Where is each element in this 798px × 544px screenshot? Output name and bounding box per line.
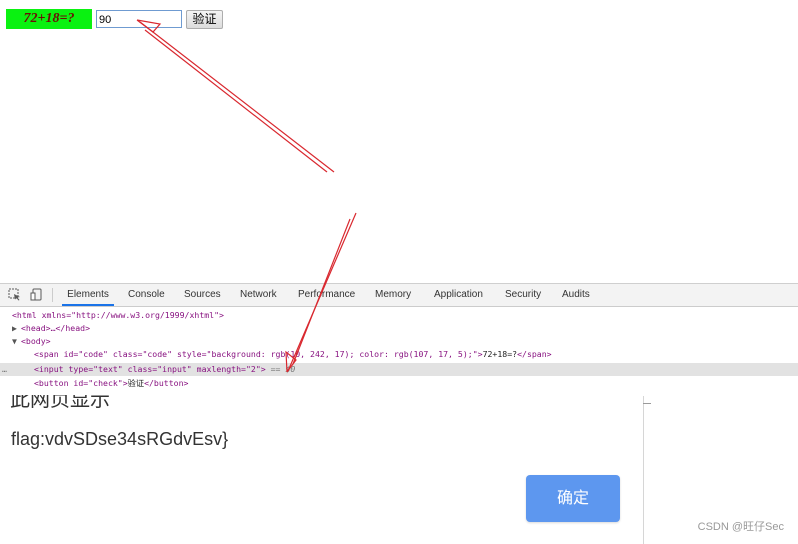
tab-audits[interactable]: Audits xyxy=(562,284,590,306)
tab-elements[interactable]: Elements xyxy=(62,284,114,306)
devtools-panel: Elements Console Sources Network Perform… xyxy=(0,283,798,396)
tab-console[interactable]: Console xyxy=(128,284,165,306)
dom-input-line-selected[interactable]: … <input type="text" class="input" maxle… xyxy=(0,363,798,376)
annotation-arrow-to-input xyxy=(136,19,335,173)
inspect-element-icon[interactable] xyxy=(8,288,21,301)
captcha-code: 72+18=? xyxy=(6,9,92,29)
row-more-dots[interactable]: … xyxy=(2,363,7,376)
dom-head-line[interactable]: ▶ <head>…</head> xyxy=(0,322,798,335)
tab-security[interactable]: Security xyxy=(505,284,541,306)
dom-body-tag: <body> xyxy=(21,336,51,346)
dom-button-text: 验证 xyxy=(127,378,145,388)
dom-button-line[interactable]: <button id="check">验证</button> xyxy=(0,377,798,390)
dom-span-tag: <span id="code" class="code" style="back… xyxy=(34,349,483,359)
flag-message: flag:vdvSDse34sRGdvEsv} xyxy=(11,429,229,449)
dom-head-tag: <head>…</head> xyxy=(21,323,91,333)
dom-html-tag: <html xmlns="http://www.w3.org/1999/xhtm… xyxy=(12,310,224,320)
dom-button-close: </button> xyxy=(144,378,189,388)
toolbar-divider xyxy=(52,288,53,302)
dom-span-line[interactable]: <span id="code" class="code" style="back… xyxy=(0,348,798,361)
dom-button-tag: <button id="check"> xyxy=(34,378,128,388)
dom-body-line[interactable]: ▼ <body> xyxy=(0,335,798,348)
expand-arrow-icon[interactable]: ▶ xyxy=(12,322,17,335)
devtools-tabbar: Elements Console Sources Network Perform… xyxy=(0,284,798,307)
selected-node-marker: == $0 xyxy=(265,364,296,374)
answer-input[interactable]: 90 xyxy=(96,10,182,28)
tab-application[interactable]: Application xyxy=(434,284,483,306)
device-toolbar-icon[interactable] xyxy=(30,288,43,301)
tab-sources[interactable]: Sources xyxy=(184,284,221,306)
dom-input-tag: <input type="text" class="input" maxleng… xyxy=(34,364,266,374)
dom-html-line[interactable]: <html xmlns="http://www.w3.org/1999/xhtm… xyxy=(0,309,798,322)
tab-performance[interactable]: Performance xyxy=(298,284,355,306)
collapse-arrow-icon[interactable]: ▼ xyxy=(12,335,17,348)
tab-memory[interactable]: Memory xyxy=(375,284,411,306)
verify-button[interactable]: 验证 xyxy=(186,10,223,29)
dialog-border xyxy=(643,396,644,544)
tab-network[interactable]: Network xyxy=(240,284,277,306)
dom-span-text: 72+18=? xyxy=(482,349,518,359)
dom-span-close: </span> xyxy=(517,349,552,359)
dialog-edge-tick xyxy=(643,403,651,404)
watermark: CSDN @旺仔Sec xyxy=(697,521,784,533)
ok-button[interactable]: 确定 xyxy=(526,475,620,522)
